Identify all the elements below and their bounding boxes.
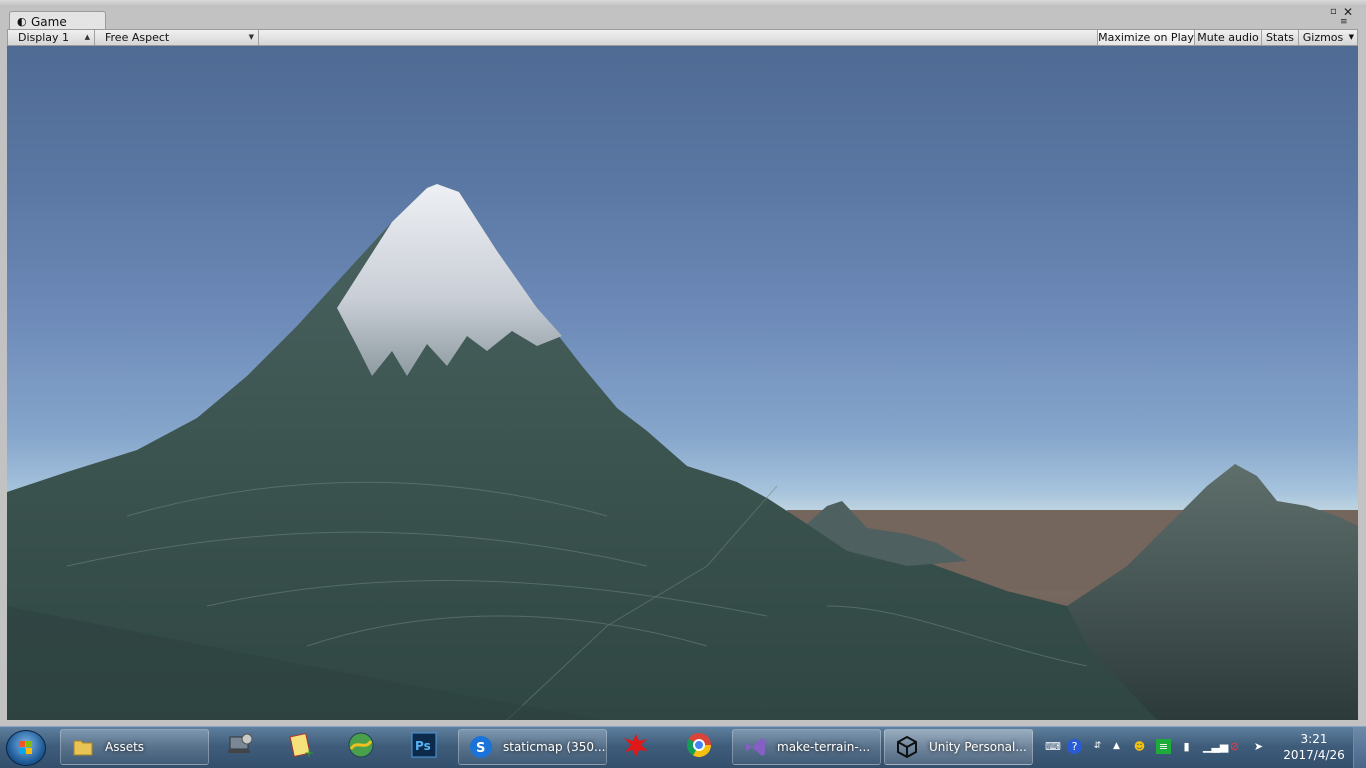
game-viewport[interactable] (7, 46, 1358, 720)
svg-text:S: S (476, 741, 485, 756)
display-select[interactable]: Display 1 ▲ (8, 30, 95, 45)
chrome-icon[interactable] (685, 731, 713, 759)
game-view-toolbar: Display 1 ▲ Free Aspect ▼ Maximize on Pl… (7, 29, 1358, 46)
system-tray: ⌨ ? ⇵ ▲ ☻ ≡ ▮ ▁▃▅ ⊘ ➤ (1040, 729, 1275, 765)
show-hidden-icons-chevron-icon[interactable]: ▲ (1109, 739, 1124, 754)
aspect-select[interactable]: Free Aspect ▼ (95, 30, 259, 45)
chevron-down-icon: ▼ (1348, 33, 1354, 41)
gizmos-label: Gizmos (1302, 31, 1344, 44)
volume-muted-icon[interactable]: ⊘ (1227, 739, 1242, 754)
network-signal-icon[interactable]: ▁▃▅ (1203, 739, 1228, 754)
updown-arrow-icon: ▲ (84, 33, 90, 41)
taskbar-item-unity[interactable]: Unity Personal... (884, 729, 1033, 765)
terrain-render (7, 184, 1358, 720)
clock-date: 2017/4/26 (1283, 748, 1345, 762)
start-button[interactable] (6, 730, 46, 766)
maximize-on-play-toggle[interactable]: Maximize on Play (1097, 30, 1194, 45)
unity-game-window: ◐ Game ▫ ✕ ≡ Display 1 ▲ Free Aspect ▼ M… (0, 0, 1366, 727)
app-tray-icon[interactable]: ≡ (1156, 739, 1171, 754)
gizmos-menu[interactable]: Gizmos ▼ (1298, 30, 1357, 45)
screen: { "window": { "tab_title": "Game", "tab_… (0, 0, 1366, 768)
taskbar-item-assets[interactable]: Assets (60, 729, 209, 765)
photoshop-icon[interactable]: Ps (410, 731, 438, 759)
paint-splash-icon[interactable] (622, 731, 650, 759)
window-top-edge (0, 0, 1366, 7)
windows-logo-icon (19, 740, 33, 754)
clock[interactable]: 3:21 2017/4/26 (1280, 731, 1348, 763)
notepad-plus-icon[interactable]: + (287, 731, 315, 759)
ime-icon[interactable]: ⇵ (1090, 739, 1105, 754)
taskbar-item-label: Assets (105, 740, 145, 754)
taskbar-item-staticmap[interactable]: S staticmap (350... (458, 729, 607, 765)
taskbar-item-label: make-terrain-... (777, 740, 871, 754)
keyboard-icon[interactable]: ⌨ (1045, 739, 1061, 754)
show-desktop-button[interactable] (1353, 727, 1366, 768)
chevron-down-icon: ▼ (248, 33, 254, 41)
clock-time: 3:21 (1300, 732, 1328, 746)
windows-taskbar: Assets + Ps S staticmap (350... make-ter… (0, 726, 1366, 768)
folder-icon (73, 740, 93, 756)
unity-icon (897, 735, 917, 759)
svg-text:Ps: Ps (415, 739, 431, 753)
display-select-value: Display 1 (18, 31, 70, 44)
network-settings-icon[interactable] (226, 731, 254, 759)
taskbar-item-label: Unity Personal... (929, 740, 1027, 754)
send-icon[interactable]: ➤ (1251, 739, 1266, 754)
tab-menu-icon[interactable]: ≡ (1340, 17, 1348, 27)
tab-game[interactable]: ◐ Game (9, 11, 106, 31)
visual-studio-icon (746, 738, 765, 756)
sogou-icon: S (470, 736, 492, 758)
aspect-select-value: Free Aspect (105, 31, 170, 44)
help-icon[interactable]: ? (1067, 739, 1082, 754)
mute-audio-toggle[interactable]: Mute audio (1194, 30, 1261, 45)
map-app-icon[interactable] (347, 731, 375, 759)
qq-icon[interactable]: ☻ (1132, 739, 1147, 754)
maximize-icon[interactable]: ▫ (1330, 6, 1337, 17)
device-icon[interactable]: ▮ (1179, 739, 1194, 754)
taskbar-item-label: staticmap (350... (503, 740, 606, 754)
taskbar-item-make-terrain[interactable]: make-terrain-... (732, 729, 881, 765)
svg-text:+: + (304, 746, 314, 759)
stats-toggle[interactable]: Stats (1261, 30, 1298, 45)
